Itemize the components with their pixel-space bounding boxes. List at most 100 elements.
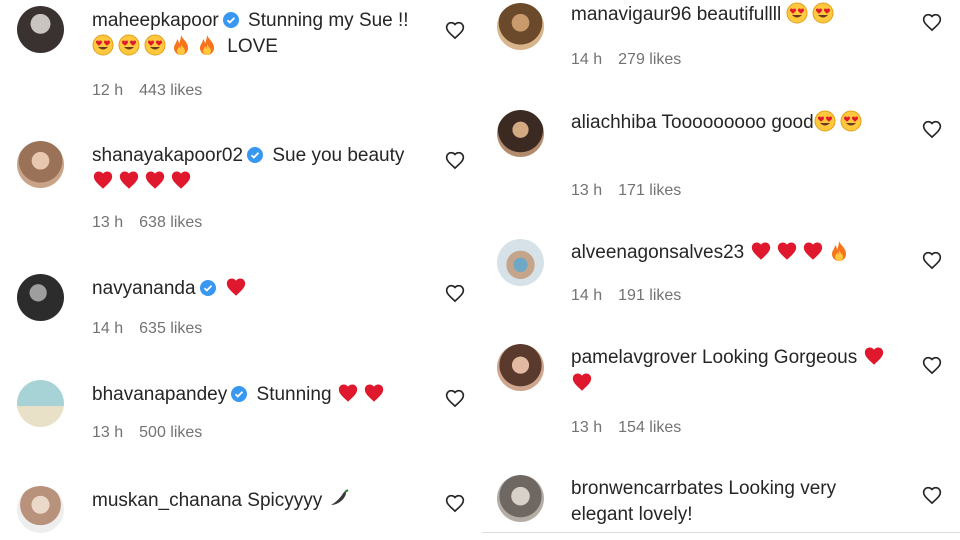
red-heart-emoji-icon [170, 169, 192, 191]
red-heart-emoji-icon [92, 169, 114, 191]
comment-text-after: LOVE [227, 36, 278, 57]
avatar[interactable] [17, 486, 64, 533]
comment-username[interactable]: manavigaur96 [571, 4, 691, 25]
comment-item: alveenagonsalves23 14 h 191 likes [482, 238, 960, 318]
avatar[interactable] [17, 141, 64, 188]
red-heart-emoji-icon [571, 371, 593, 393]
like-heart-icon[interactable] [445, 151, 465, 171]
red-heart-emoji-icon [225, 276, 247, 298]
like-heart-icon[interactable] [445, 284, 465, 304]
verified-badge-icon [247, 145, 264, 163]
like-heart-icon[interactable] [445, 389, 465, 409]
emoji-group [814, 110, 866, 133]
comment-username[interactable]: alveenagonsalves23 [571, 242, 744, 263]
comment-item: pamelavgrover Looking Gorgeous 13 h 154 l… [482, 343, 960, 453]
comments-column-right: manavigaur96 beautifullll 14 h 279 likes … [482, 0, 960, 540]
like-heart-icon[interactable] [445, 21, 465, 41]
emoji-group [92, 34, 227, 57]
comment-username[interactable]: aliachhiba [571, 112, 657, 133]
comment-username[interactable]: pamelavgrover [571, 347, 697, 368]
comment-text: Stunning [256, 384, 332, 405]
heart-eyes-emoji-icon [812, 2, 834, 24]
comment-time[interactable]: 14 h [571, 51, 602, 68]
comment-username[interactable]: shanayakapoor02 [92, 145, 243, 166]
comment-text: Spicyyyy [247, 490, 323, 511]
comment-item: shanayakapoor02 Sue you beauty 13 h 638 l… [0, 137, 482, 247]
divider [482, 532, 960, 533]
emoji-group [328, 488, 354, 511]
like-heart-icon[interactable] [922, 356, 942, 376]
comment-likes[interactable]: 638 likes [139, 214, 202, 231]
comment-username[interactable]: maheepkapoor [92, 10, 219, 31]
avatar[interactable] [497, 110, 544, 157]
emoji-group [225, 278, 251, 299]
heart-eyes-emoji-icon [144, 34, 166, 56]
comment-item: bhavanapandey Stunning 13 h 500 likes [0, 376, 482, 456]
emoji-group [92, 171, 196, 192]
comment-likes[interactable]: 171 likes [618, 182, 681, 199]
verified-badge-icon [199, 278, 216, 296]
chili-pepper-emoji-icon [328, 488, 350, 510]
like-heart-icon[interactable] [922, 13, 942, 33]
comment-time[interactable]: 12 h [92, 82, 123, 99]
comment-likes[interactable]: 500 likes [139, 424, 202, 441]
comment-likes[interactable]: 191 likes [618, 287, 681, 304]
avatar[interactable] [497, 3, 544, 50]
avatar[interactable] [17, 274, 64, 321]
comment-item: aliachhiba Tooooooooo good 13 h 171 likes [482, 108, 960, 218]
comment-time[interactable]: 14 h [571, 287, 602, 304]
heart-eyes-emoji-icon [786, 2, 808, 24]
avatar[interactable] [497, 239, 544, 286]
fire-emoji-icon [170, 34, 192, 56]
like-heart-icon[interactable] [922, 486, 942, 506]
like-heart-icon[interactable] [922, 120, 942, 140]
comment-username[interactable]: navyananda [92, 278, 196, 299]
comment-username[interactable]: muskan_chanana [92, 490, 242, 511]
comment-likes[interactable]: 443 likes [139, 82, 202, 99]
verified-badge-icon [222, 10, 239, 28]
comment-likes[interactable]: 154 likes [618, 419, 681, 436]
comments-column-left: maheepkapoor Stunning my Sue !! LOVE 12 … [0, 0, 482, 540]
avatar[interactable] [497, 475, 544, 522]
comment-likes[interactable]: 635 likes [139, 320, 202, 337]
avatar[interactable] [497, 344, 544, 391]
comment-time[interactable]: 13 h [92, 424, 123, 441]
heart-eyes-emoji-icon [92, 34, 114, 56]
comment-item: navyananda 14 h 635 likes [0, 270, 482, 350]
fire-emoji-icon [196, 34, 218, 56]
comment-likes[interactable]: 279 likes [618, 51, 681, 68]
comment-item: manavigaur96 beautifullll 14 h 279 likes [482, 0, 960, 90]
like-heart-icon[interactable] [922, 251, 942, 271]
comment-time[interactable]: 13 h [571, 419, 602, 436]
comment-item: maheepkapoor Stunning my Sue !! LOVE 12 … [0, 2, 482, 112]
comment-time[interactable]: 13 h [92, 214, 123, 231]
comment-time[interactable]: 13 h [571, 182, 602, 199]
fire-emoji-icon [828, 240, 850, 262]
comment-text: beautifullll [696, 4, 782, 25]
comment-text: Sue you beauty [272, 145, 405, 166]
comment-text: Looking Gorgeous [701, 347, 858, 368]
comment-item: bronwencarrbates Looking very elegant lo… [482, 474, 960, 532]
like-heart-icon[interactable] [445, 494, 465, 514]
red-heart-emoji-icon [337, 382, 359, 404]
red-heart-emoji-icon [118, 169, 140, 191]
comment-text: Stunning my Sue !! [248, 10, 409, 31]
red-heart-emoji-icon [144, 169, 166, 191]
avatar[interactable] [17, 6, 64, 53]
emoji-group [337, 384, 389, 405]
red-heart-emoji-icon [802, 240, 824, 262]
heart-eyes-emoji-icon [118, 34, 140, 56]
comment-item: muskan_chanana Spicyyyy [0, 482, 482, 540]
red-heart-emoji-icon [363, 382, 385, 404]
verified-badge-icon [231, 384, 248, 402]
comment-time[interactable]: 14 h [92, 320, 123, 337]
red-heart-emoji-icon [776, 240, 798, 262]
heart-eyes-emoji-icon [840, 110, 862, 132]
comment-text: Tooooooooo good [661, 112, 814, 133]
heart-eyes-emoji-icon [814, 110, 836, 132]
avatar[interactable] [17, 380, 64, 427]
emoji-group [786, 2, 838, 25]
red-heart-emoji-icon [863, 345, 885, 367]
comment-username[interactable]: bhavanapandey [92, 384, 227, 405]
comment-username[interactable]: bronwencarrbates [571, 478, 723, 499]
